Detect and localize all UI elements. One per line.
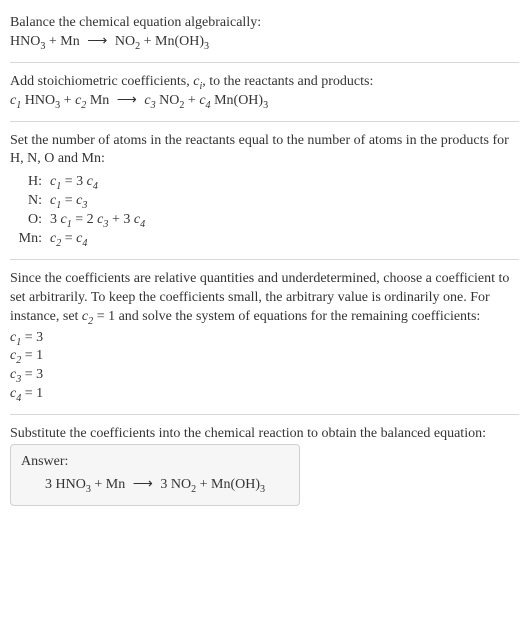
- val: = 3: [21, 367, 43, 382]
- arrow-icon: ⟶: [83, 34, 111, 49]
- val: = 3: [21, 330, 43, 345]
- coef: 3: [160, 477, 171, 492]
- element-label: Mn:: [14, 230, 50, 249]
- val: = 1: [21, 386, 43, 401]
- balance-eqn: c1 = 3 c4: [50, 173, 145, 192]
- eq: = 2: [72, 212, 97, 227]
- eqn-term: NO: [115, 34, 135, 49]
- species: HNO: [21, 93, 55, 108]
- list-item: c2 = 1: [10, 347, 519, 366]
- text: Add stoichiometric coefficients,: [10, 74, 193, 89]
- intro-section: Balance the chemical equation algebraica…: [10, 8, 519, 58]
- species-sub: 3: [260, 484, 265, 495]
- val: = 1: [21, 348, 43, 363]
- table-row: Mn: c2 = c4: [14, 230, 145, 249]
- list-item: c4 = 1: [10, 385, 519, 404]
- stoich-equation: c1 HNO3 + c2 Mn ⟶ c3 NO2 + c4 Mn(OH)3: [10, 92, 519, 111]
- atom-balance-table: H: c1 = 3 c4 N: c1 = c3 O: 3 c1 = 2 c3 +…: [14, 173, 145, 249]
- text: , to the reactants and products:: [202, 74, 373, 89]
- intro-line1: Balance the chemical equation algebraica…: [10, 14, 519, 33]
- divider: [10, 259, 519, 260]
- atoms-intro: Set the number of atoms in the reactants…: [10, 132, 519, 170]
- var-sub: 4: [82, 238, 87, 249]
- solution-list: c1 = 3 c2 = 1 c3 = 3 c4 = 1: [10, 329, 519, 405]
- plus: + 3: [108, 212, 133, 227]
- stoich-section: Add stoichiometric coefficients, ci, to …: [10, 67, 519, 117]
- choose-section: Since the coefficients are relative quan…: [10, 264, 519, 410]
- eqn-plus: +: [140, 34, 155, 49]
- balance-eqn: c2 = c4: [50, 230, 145, 249]
- var-sub: 4: [140, 219, 145, 230]
- choose-text: Since the coefficients are relative quan…: [10, 270, 519, 327]
- species-sub: 3: [263, 99, 268, 110]
- element-label: O:: [14, 211, 50, 230]
- species: HNO: [56, 477, 86, 492]
- divider: [10, 62, 519, 63]
- answer-equation: 3 HNO3 + Mn ⟶ 3 NO2 + Mn(OH)3: [21, 476, 289, 495]
- answer-box: Answer: 3 HNO3 + Mn ⟶ 3 NO2 + Mn(OH)3: [10, 444, 300, 506]
- plus: +: [91, 477, 106, 492]
- arrow-icon: ⟶: [129, 477, 157, 492]
- divider: [10, 121, 519, 122]
- eqn-term: Mn(OH): [155, 34, 204, 49]
- species: Mn: [86, 93, 109, 108]
- atoms-section: Set the number of atoms in the reactants…: [10, 126, 519, 255]
- species: Mn(OH): [211, 477, 260, 492]
- intro-equation: HNO3 + Mn ⟶ NO2 + Mn(OH)3: [10, 33, 519, 52]
- element-label: H:: [14, 173, 50, 192]
- element-label: N:: [14, 192, 50, 211]
- species: Mn: [106, 477, 125, 492]
- eq: = 3: [61, 174, 86, 189]
- plus: +: [196, 477, 211, 492]
- species: Mn(OH): [211, 93, 264, 108]
- eq: =: [61, 193, 76, 208]
- plus: +: [184, 93, 199, 108]
- num: 3: [50, 212, 61, 227]
- eqn-plus: +: [45, 34, 60, 49]
- arrow-icon: ⟶: [113, 93, 141, 108]
- divider: [10, 414, 519, 415]
- eqn-sub: 3: [204, 41, 209, 52]
- eqn-term: HNO: [10, 34, 40, 49]
- list-item: c1 = 3: [10, 329, 519, 348]
- species: NO: [156, 93, 180, 108]
- subst-section: Substitute the coefficients into the che…: [10, 419, 519, 512]
- answer-title: Answer:: [21, 453, 289, 472]
- table-row: O: 3 c1 = 2 c3 + 3 c4: [14, 211, 145, 230]
- plus: +: [60, 93, 75, 108]
- table-row: N: c1 = c3: [14, 192, 145, 211]
- var-sub: 3: [82, 200, 87, 211]
- eq: =: [61, 231, 76, 246]
- balance-eqn: c1 = c3: [50, 192, 145, 211]
- text: = 1 and solve the system of equations fo…: [93, 309, 480, 324]
- table-row: H: c1 = 3 c4: [14, 173, 145, 192]
- var-sub: 4: [93, 181, 98, 192]
- subst-text: Substitute the coefficients into the che…: [10, 425, 519, 444]
- species: NO: [171, 477, 191, 492]
- stoich-text: Add stoichiometric coefficients, ci, to …: [10, 73, 519, 92]
- balance-eqn: 3 c1 = 2 c3 + 3 c4: [50, 211, 145, 230]
- eqn-term: Mn: [60, 34, 79, 49]
- list-item: c3 = 3: [10, 366, 519, 385]
- coef: 3: [45, 477, 56, 492]
